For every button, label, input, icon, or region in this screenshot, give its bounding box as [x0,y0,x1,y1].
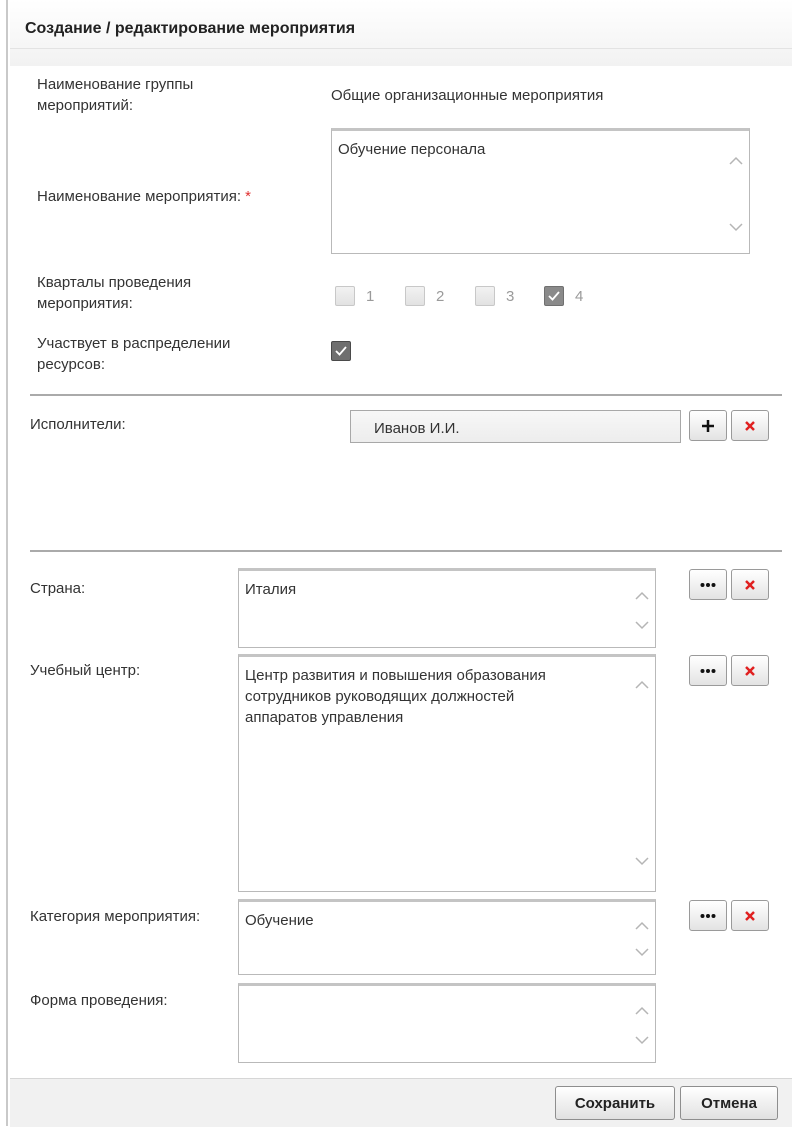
plus-icon [702,419,714,432]
scroll-down-icon[interactable] [635,948,649,958]
dialog-title: Создание / редактирование мероприятия [25,20,356,37]
executors-label: Исполнители: [30,416,126,433]
event-name-text: Обучение персонала [338,141,486,158]
more-icon [700,582,716,587]
scroll-up-icon[interactable] [635,920,649,930]
event-name-textarea[interactable]: Обучение персонала [331,128,750,254]
event-name-label: Наименование мероприятия: * [37,186,251,207]
clear-training-center-button[interactable] [731,655,769,686]
scroll-down-icon[interactable] [729,223,743,233]
training-center-textarea[interactable]: Центр развития и повышения образования с… [238,654,656,892]
group-name-label: Наименование группы мероприятий: [37,76,194,114]
more-icon [700,913,716,918]
required-asterisk: * [245,188,252,205]
scroll-down-icon[interactable] [635,621,649,631]
scroll-down-icon[interactable] [635,857,649,867]
category-text: Обучение [245,912,314,929]
scroll-up-icon[interactable] [635,590,649,600]
country-textarea[interactable]: Италия [238,568,656,648]
section-divider [30,550,782,552]
country-text: Италия [245,581,297,598]
form-label: Форма проведения: [30,992,168,1009]
close-icon [745,910,755,921]
remove-executor-button[interactable] [731,410,769,441]
group-name-value: Общие организационные мероприятия [331,87,604,104]
resources-checkbox[interactable] [331,341,351,361]
executor-field[interactable]: Иванов И.И. [350,410,681,443]
quarters-label: Кварталы проведения мероприятия: [37,274,192,312]
quarter-1-checkbox[interactable] [335,286,355,306]
checkmark-icon [335,346,347,356]
training-center-label: Учебный центр: [30,662,141,679]
save-button[interactable]: Сохранить [555,1086,675,1120]
scroll-up-icon[interactable] [729,155,743,165]
resources-label: Участвует в распределении ресурсов: [37,335,231,373]
event-name-label-text: Наименование мероприятия: [37,188,241,205]
quarter-3-checkbox[interactable] [475,286,495,306]
select-category-button[interactable] [689,900,727,931]
scroll-up-icon[interactable] [635,679,649,689]
training-center-text: Центр развития и повышения образования с… [245,667,546,726]
select-training-center-button[interactable] [689,655,727,686]
quarter-1-label: 1 [366,288,375,305]
clear-country-button[interactable] [731,569,769,600]
checkmark-icon [548,291,560,301]
window-left-edge [6,0,8,1126]
quarter-4-label: 4 [575,288,584,305]
close-icon [745,420,755,431]
add-executor-button[interactable] [689,410,727,441]
form-textarea[interactable] [238,983,656,1063]
category-textarea[interactable]: Обучение [238,899,656,975]
country-label: Страна: [30,580,86,597]
close-icon [745,665,755,676]
select-country-button[interactable] [689,569,727,600]
clear-category-button[interactable] [731,900,769,931]
executor-value: Иванов И.И. [374,420,460,437]
quarter-2-checkbox[interactable] [405,286,425,306]
quarter-4-checkbox[interactable] [544,286,564,306]
section-divider [30,394,782,396]
cancel-button[interactable]: Отмена [680,1086,778,1120]
close-icon [745,579,755,590]
more-icon [700,668,716,673]
quarter-2-label: 2 [436,288,445,305]
scroll-down-icon[interactable] [635,1036,649,1046]
scroll-up-icon[interactable] [635,1005,649,1015]
quarter-3-label: 3 [506,288,515,305]
category-label: Категория мероприятия: [30,908,201,925]
